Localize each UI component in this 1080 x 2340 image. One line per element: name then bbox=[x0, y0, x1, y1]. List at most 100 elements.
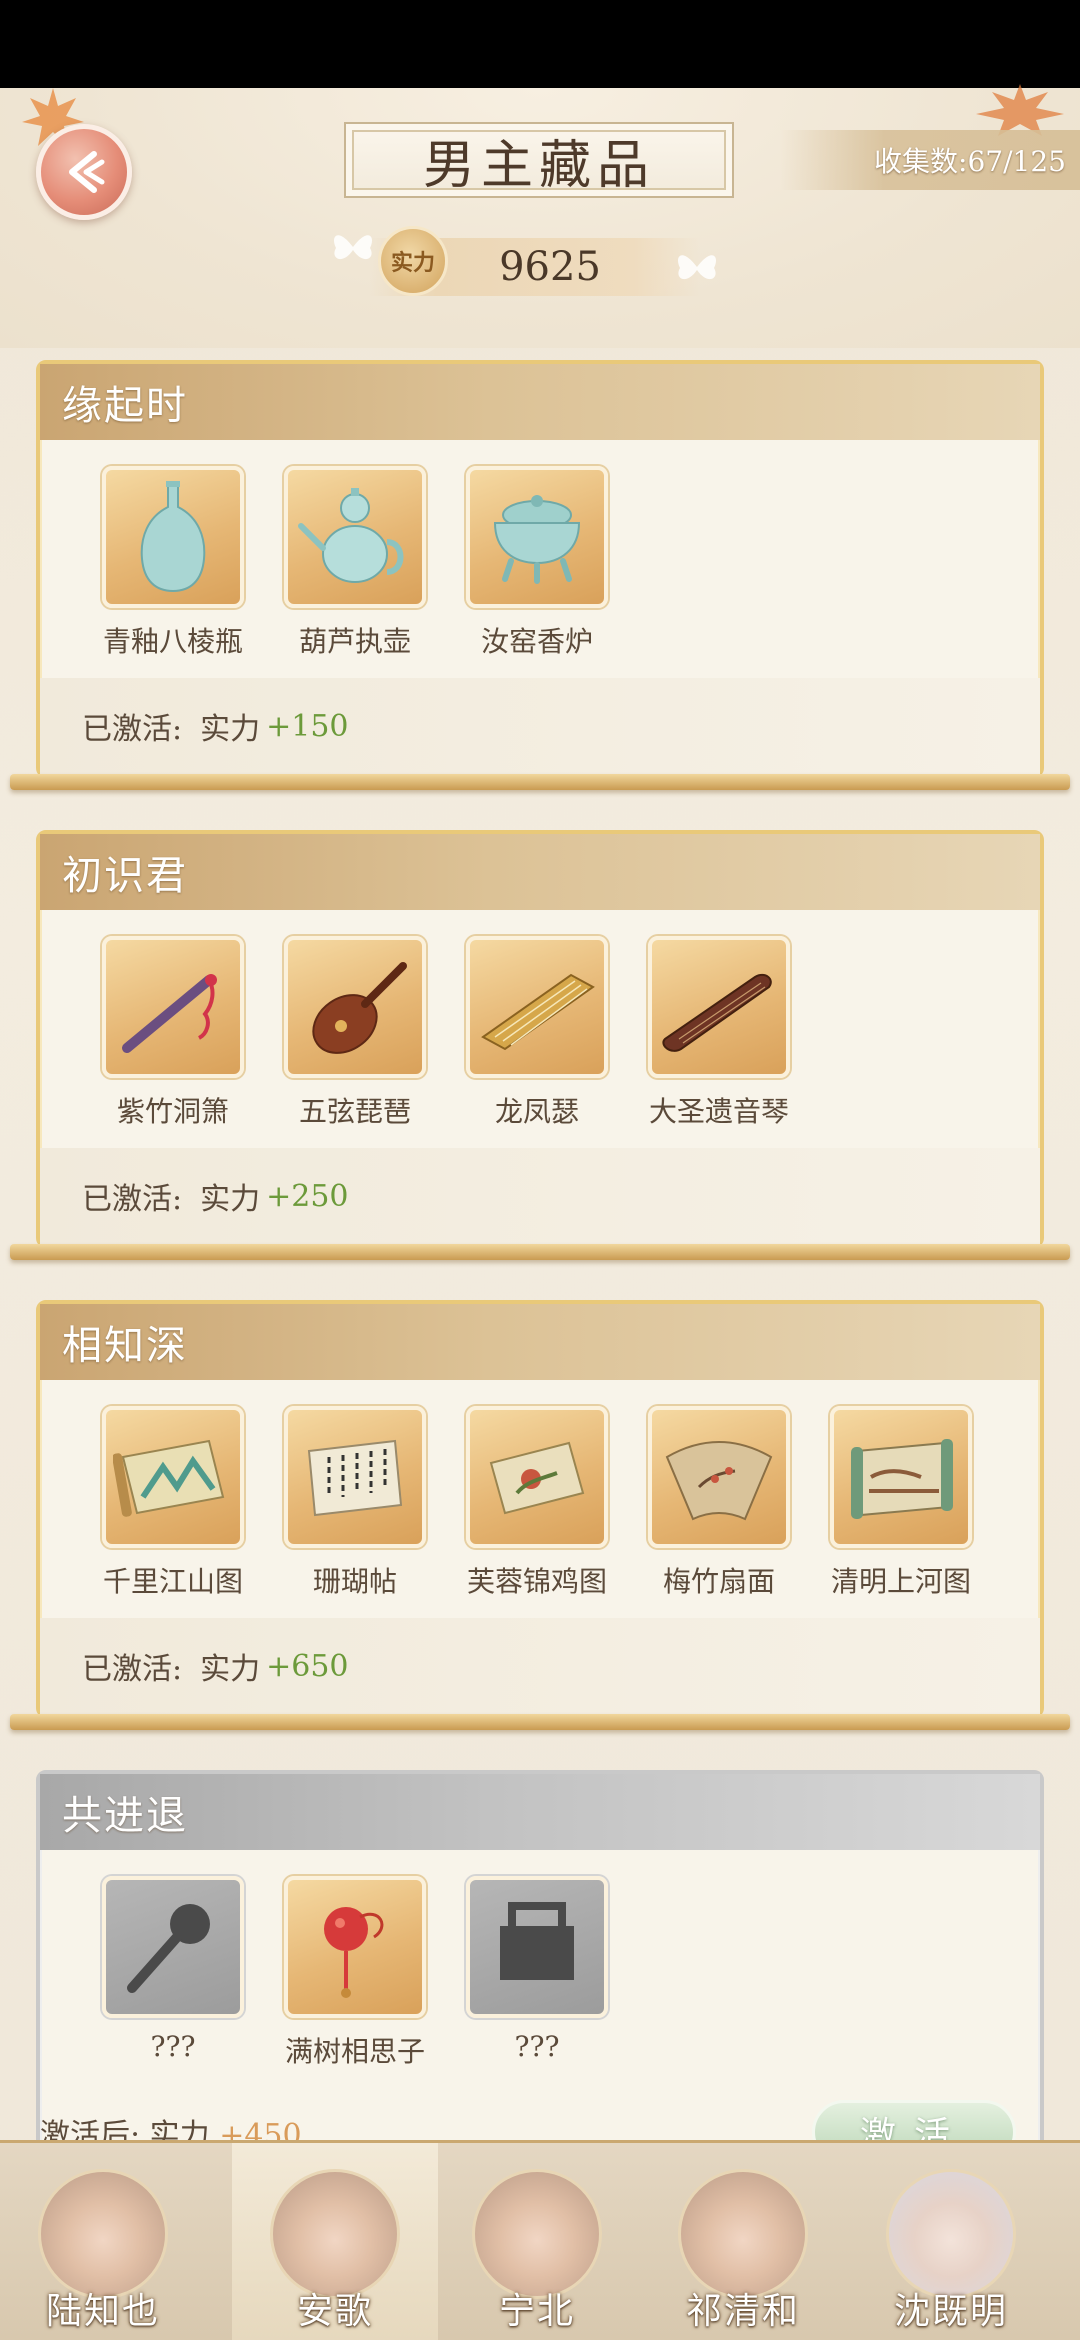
tab-character[interactable]: 祁清和 bbox=[640, 2143, 846, 2340]
collection-item[interactable]: 龙凤瑟 bbox=[462, 936, 612, 1136]
collection-section: 缘起时 青釉八棱瓶 葫芦执壶 汝窑香炉 已激活: 实力 +150 bbox=[10, 360, 1070, 790]
status-bonus: +250 bbox=[266, 1178, 349, 1214]
item-tile bbox=[648, 1406, 790, 1548]
section-title: 相知深 bbox=[62, 1323, 188, 1369]
tab-label: 宁北 bbox=[498, 2291, 575, 2332]
item-tile bbox=[102, 936, 244, 1078]
item-name: 五弦琵琶 bbox=[298, 1095, 411, 1128]
calligraphy-scroll-icon bbox=[307, 1439, 403, 1517]
collection-item[interactable]: 芙蓉锦鸡图 bbox=[462, 1406, 612, 1606]
painting-scroll-icon bbox=[489, 1441, 585, 1515]
collection-item[interactable]: 梅竹扇面 bbox=[644, 1406, 794, 1606]
power-value: 9625 bbox=[499, 244, 601, 290]
status-label: 已激活: bbox=[82, 1652, 183, 1687]
item-name: 满树相思子 bbox=[284, 2035, 425, 2068]
section-title: 初识君 bbox=[62, 853, 188, 899]
tab-character[interactable]: 宁北 bbox=[434, 2143, 640, 2340]
item-tile bbox=[466, 466, 608, 608]
collection-item[interactable]: 青釉八棱瓶 bbox=[98, 466, 248, 666]
section-plinth bbox=[10, 1244, 1070, 1260]
collection-item[interactable]: 紫竹洞箫 bbox=[98, 936, 248, 1136]
box-silhouette-icon bbox=[500, 1902, 574, 1980]
panorama-scroll-icon bbox=[851, 1439, 953, 1519]
item-tile bbox=[102, 1876, 244, 2018]
section-title: 共进退 bbox=[62, 1793, 188, 1839]
pipa-icon bbox=[312, 962, 407, 1054]
avatar bbox=[38, 2169, 168, 2299]
status-stat: 实力 bbox=[200, 1652, 261, 1687]
collection-section: 初识君 紫竹洞箫 五弦琵琶 龙凤瑟 大圣遗音琴 已激活: 实力 +250 bbox=[10, 830, 1070, 1260]
section-plinth bbox=[10, 1714, 1070, 1730]
status-label: 已激活: bbox=[82, 1182, 183, 1217]
item-tile bbox=[284, 1876, 426, 2018]
item-name: 芙蓉锦鸡图 bbox=[466, 1565, 607, 1598]
collection-item[interactable]: 清明上河图 bbox=[826, 1406, 976, 1606]
item-tile bbox=[102, 1406, 244, 1548]
back-arrow-icon bbox=[69, 151, 105, 193]
vase-icon bbox=[140, 481, 206, 593]
item-name: ??? bbox=[150, 2030, 196, 2063]
status-bonus: +650 bbox=[266, 1648, 349, 1684]
collection-item[interactable]: 千里江山图 bbox=[98, 1406, 248, 1606]
collection-item[interactable]: 满树相思子 bbox=[280, 1876, 430, 2076]
section-status: 已激活: 实力 +150 bbox=[40, 678, 1040, 774]
landscape-scroll-icon bbox=[113, 1439, 225, 1517]
collection-item[interactable]: ??? bbox=[98, 1876, 248, 2076]
item-name: 青釉八棱瓶 bbox=[102, 625, 243, 658]
item-tile bbox=[830, 1406, 972, 1548]
item-tile bbox=[284, 1406, 426, 1548]
item-name: 清明上河图 bbox=[830, 1565, 971, 1598]
item-name: 梅竹扇面 bbox=[662, 1565, 775, 1598]
section-plinth bbox=[10, 774, 1070, 790]
item-name: 千里江山图 bbox=[102, 1565, 243, 1598]
item-name: 龙凤瑟 bbox=[494, 1095, 579, 1128]
collection-item[interactable]: 五弦琵琶 bbox=[280, 936, 430, 1136]
section-header: 相知深 bbox=[40, 1304, 1040, 1380]
item-tile bbox=[648, 936, 790, 1078]
section-header: 初识君 bbox=[40, 834, 1040, 910]
section-items: 青釉八棱瓶 葫芦执壶 汝窑香炉 bbox=[36, 466, 1044, 666]
avatar bbox=[270, 2169, 400, 2299]
section-items: 千里江山图 珊瑚帖 芙蓉锦鸡图 梅竹扇面 清明上河图 bbox=[36, 1406, 1044, 1606]
item-tile bbox=[466, 1406, 608, 1548]
status-stat: 实力 bbox=[200, 1182, 261, 1217]
collection-item[interactable]: 汝窑香炉 bbox=[462, 466, 612, 666]
section-header: 缘起时 bbox=[40, 364, 1040, 440]
item-tile bbox=[284, 936, 426, 1078]
collection-item[interactable]: 葫芦执壶 bbox=[280, 466, 430, 666]
hairpin-silhouette-icon bbox=[127, 1904, 210, 1993]
fan-icon bbox=[665, 1441, 773, 1521]
status-label: 已激活: bbox=[82, 712, 183, 747]
tab-character[interactable]: 陆知也 bbox=[0, 2143, 206, 2340]
butterfly-icon bbox=[677, 255, 717, 280]
guqin-icon bbox=[662, 973, 772, 1052]
section-items: ??? 满树相思子 ??? bbox=[36, 1876, 1044, 2076]
flute-icon bbox=[122, 974, 217, 1053]
avatar bbox=[678, 2169, 808, 2299]
section-header: 共进退 bbox=[40, 1774, 1040, 1850]
collection-count: 收集数:67/125 bbox=[780, 130, 1080, 190]
butterfly-icon bbox=[333, 235, 373, 260]
back-button[interactable] bbox=[36, 124, 132, 220]
item-tile bbox=[466, 1876, 608, 2018]
status-bar bbox=[0, 0, 1080, 88]
tab-label: 陆知也 bbox=[45, 2291, 160, 2332]
item-tile bbox=[284, 466, 426, 608]
character-tab-bar: 陆知也 安歌 宁北 祁清和 沈既明 bbox=[0, 2140, 1080, 2340]
tab-character-active[interactable]: 安歌 bbox=[232, 2143, 438, 2340]
page-title-box: 男主藏品 bbox=[344, 122, 734, 198]
collection-item[interactable]: 大圣遗音琴 bbox=[644, 936, 794, 1136]
collection-item[interactable]: ??? bbox=[462, 1876, 612, 2076]
power-badge: 实力 bbox=[378, 226, 448, 296]
collection-item[interactable]: 珊瑚帖 bbox=[280, 1406, 430, 1606]
section-title: 缘起时 bbox=[62, 383, 188, 429]
avatar bbox=[886, 2169, 1016, 2299]
item-tile bbox=[102, 466, 244, 608]
tab-label: 安歌 bbox=[296, 2291, 373, 2332]
item-name: 大圣遗音琴 bbox=[648, 1095, 789, 1128]
tab-character[interactable]: 沈既明 bbox=[848, 2143, 1054, 2340]
item-name: 葫芦执壶 bbox=[298, 625, 411, 658]
zither-icon bbox=[481, 973, 595, 1051]
item-name: 珊瑚帖 bbox=[312, 1565, 397, 1598]
avatar bbox=[472, 2169, 602, 2299]
